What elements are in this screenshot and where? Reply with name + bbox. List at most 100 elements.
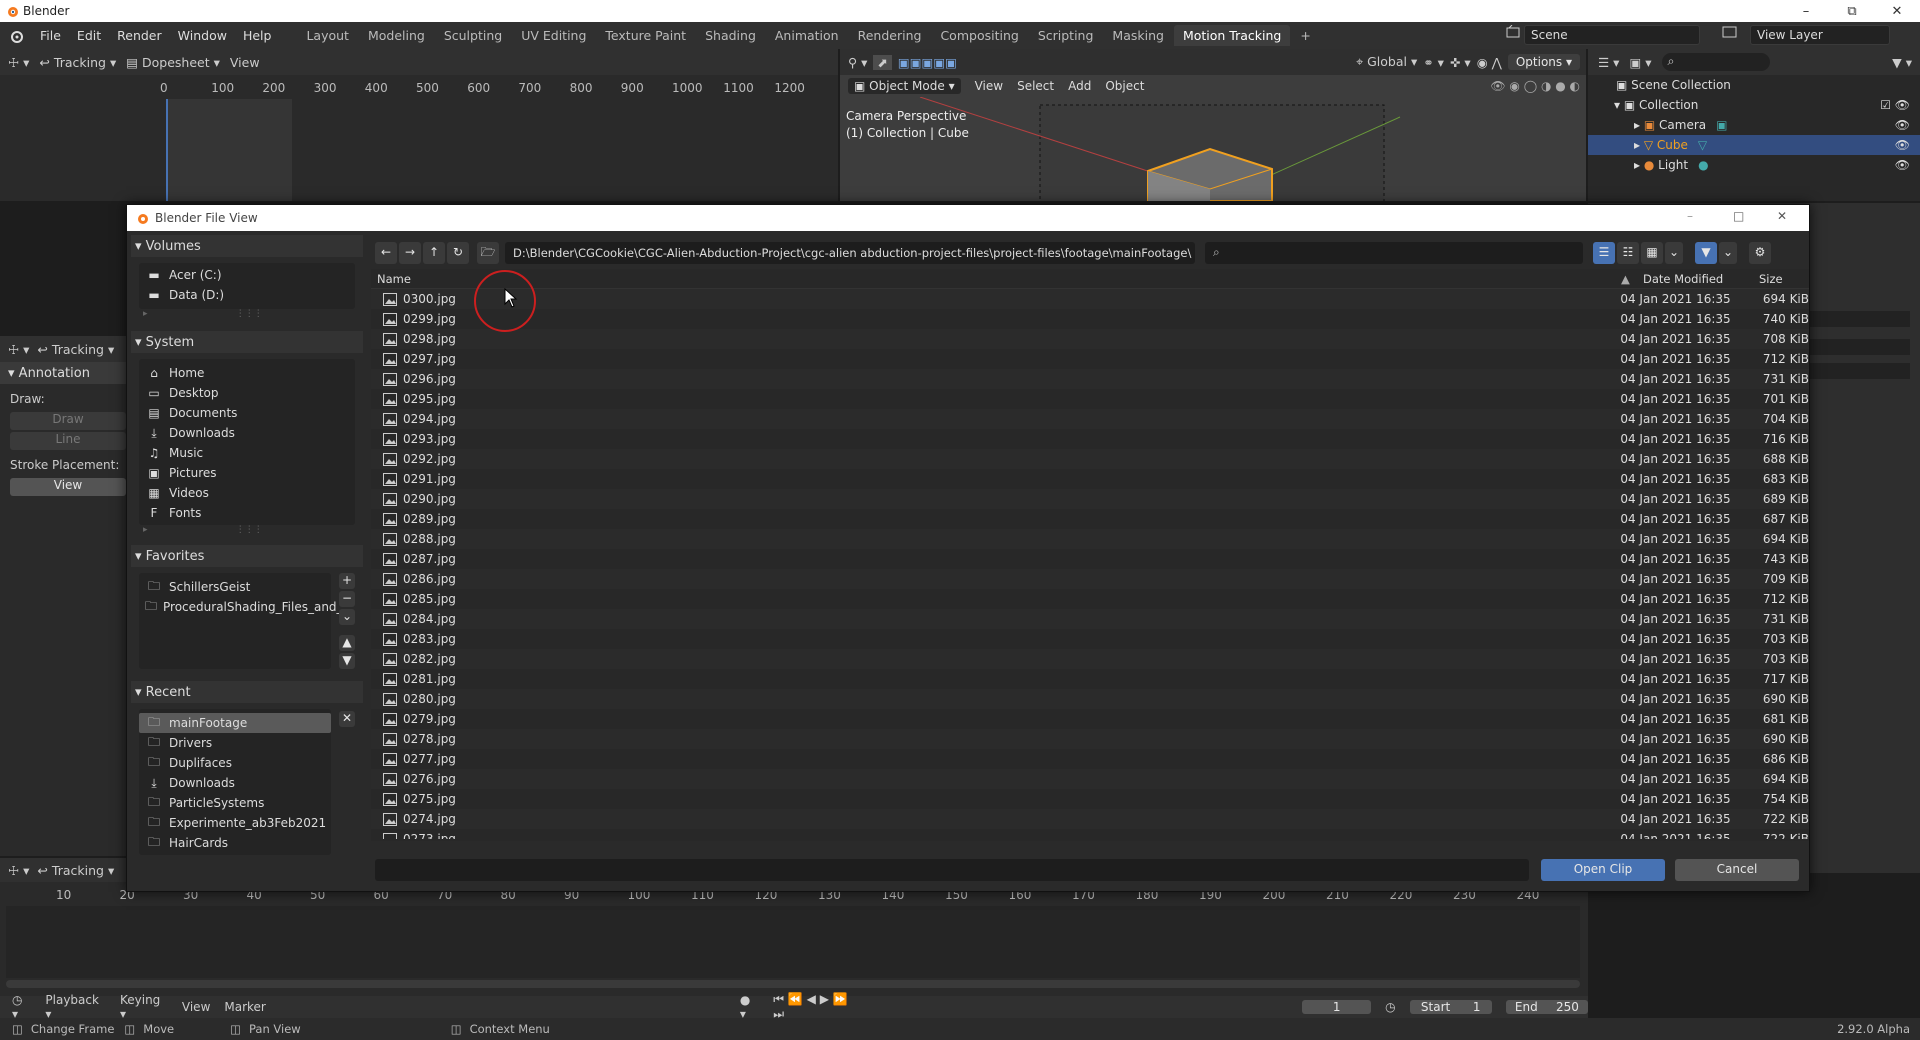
forward-arrow-icon[interactable]: → (399, 242, 421, 264)
sidebar-item[interactable]: ⤓ Downloads (139, 773, 331, 793)
resize-handle[interactable]: ▸ ⋮⋮⋮ (139, 309, 355, 319)
sidebar-item[interactable]: 🗀 ParticleSystems (139, 793, 331, 813)
editor-type-icon[interactable]: ☰ ▾ (1598, 55, 1619, 70)
file-row[interactable]: 0290.jpg 04 Jan 2021 16:35 689 KiB (371, 489, 1809, 509)
sidebar-item[interactable]: 🗀 ProceduralShading_Files_and_... (139, 597, 354, 617)
refresh-icon[interactable]: ↻ (447, 242, 469, 264)
properties-field[interactable] (1810, 339, 1910, 355)
file-row[interactable]: 0297.jpg 04 Jan 2021 16:35 712 KiB (371, 349, 1809, 369)
playback-menu[interactable]: Playback ▾ (45, 993, 106, 1021)
volumes-header[interactable]: ▾ Volumes (131, 235, 363, 257)
options-button[interactable]: Options ▾ (1507, 54, 1580, 70)
time-icon[interactable]: ◷ (1385, 1000, 1395, 1014)
select-tool-icon[interactable]: ⬈ (873, 54, 892, 70)
filter-icon[interactable]: ▼ ▾ (1892, 55, 1912, 70)
open-clip-button[interactable]: Open Clip (1541, 859, 1665, 881)
timeline-scrollbar[interactable] (6, 980, 1580, 988)
file-row[interactable]: 0291.jpg 04 Jan 2021 16:35 683 KiB (371, 469, 1809, 489)
outliner-item-camera[interactable]: ▸ ▣ Camera ▣ 👁 (1588, 115, 1920, 135)
tab-scripting[interactable]: Scripting (1029, 25, 1103, 46)
viewport-menu-select[interactable]: Select (1017, 79, 1054, 93)
sidebar-item[interactable]: ▬ Data (D:) (139, 285, 355, 305)
favorites-menu-button[interactable]: ⌄ (339, 609, 355, 625)
tab-uv-editing[interactable]: UV Editing (512, 25, 595, 46)
thumbnails-icon[interactable]: ▦ (1641, 242, 1663, 264)
tab-animation[interactable]: Animation (766, 25, 848, 46)
filter-icon[interactable]: ▼ (1695, 242, 1717, 264)
tab-modeling[interactable]: Modeling (359, 25, 434, 46)
scene-field[interactable]: Scene (1524, 25, 1700, 45)
filename-field[interactable] (375, 859, 1529, 881)
snap-icon[interactable]: ✜ ▾ (1450, 55, 1471, 70)
clear-recent-button[interactable]: ✕ (339, 711, 355, 727)
keying-menu[interactable]: Keying ▾ (120, 993, 168, 1021)
file-row[interactable]: 0284.jpg 04 Jan 2021 16:35 731 KiB (371, 609, 1809, 629)
collection-row[interactable]: ▾ ▣ Collection ☑ 👁 (1588, 95, 1920, 115)
dialog-minimize-button[interactable]: – (1687, 209, 1693, 223)
back-arrow-icon[interactable]: ← (375, 242, 397, 264)
file-row[interactable]: 0285.jpg 04 Jan 2021 16:35 712 KiB (371, 589, 1809, 609)
file-row[interactable]: 0280.jpg 04 Jan 2021 16:35 690 KiB (371, 689, 1809, 709)
annotation-panel-header[interactable]: ▾ Annotation (0, 362, 130, 384)
timeline-view-menu[interactable]: View (182, 1000, 210, 1014)
file-row[interactable]: 0283.jpg 04 Jan 2021 16:35 703 KiB (371, 629, 1809, 649)
file-row[interactable]: 0278.jpg 04 Jan 2021 16:35 690 KiB (371, 729, 1809, 749)
view-layer-field[interactable]: View Layer (1750, 25, 1890, 45)
sidebar-item[interactable]: 🗀 SchillersGeist (139, 577, 331, 597)
sidebar-item[interactable]: ▣ Pictures (139, 463, 355, 483)
close-button[interactable]: ✕ (1874, 0, 1920, 22)
move-up-button[interactable]: ▲ (339, 635, 355, 651)
file-row[interactable]: 0289.jpg 04 Jan 2021 16:35 687 KiB (371, 509, 1809, 529)
sidebar-item[interactable]: 🗀 HairCards (139, 833, 331, 853)
system-header[interactable]: ▾ System (131, 331, 363, 353)
cancel-button[interactable]: Cancel (1675, 859, 1799, 881)
object-mode-select[interactable]: ▣ Object Mode ▾ (848, 78, 961, 94)
sidebar-item[interactable]: 🗀 Duplifaces (139, 753, 331, 773)
view-layer-icon[interactable] (1722, 25, 1738, 39)
column-size[interactable]: Size (1759, 272, 1783, 286)
file-row[interactable]: 0282.jpg 04 Jan 2021 16:35 703 KiB (371, 649, 1809, 669)
shading-icons[interactable]: 👁 ◉ ◯ ◑ ● ◐ (1490, 79, 1580, 93)
tab-layout[interactable]: Layout (297, 25, 358, 46)
tab-compositing[interactable]: Compositing (931, 25, 1027, 46)
remove-favorite-button[interactable]: − (339, 591, 355, 607)
tab-shading[interactable]: Shading (696, 25, 765, 46)
select-mode-icons[interactable]: ▣▣▣▣▣ (898, 55, 957, 70)
file-row[interactable]: 0298.jpg 04 Jan 2021 16:35 708 KiB (371, 329, 1809, 349)
3d-viewport[interactable]: ⚲ ▾ ⬈ ▣▣▣▣▣ ⌖ Global ▾ ⚭ ▾ ✜ ▾ ◉ ⋀ Optio… (840, 49, 1586, 201)
pivot-icon[interactable]: ⚭ ▾ (1423, 55, 1444, 70)
horizontal-list-icon[interactable]: ☷ (1617, 242, 1639, 264)
outliner-item-cube[interactable]: ▸ ▽ Cube ▽ 👁 (1588, 135, 1920, 155)
favorites-header[interactable]: ▾ Favorites (131, 545, 363, 567)
file-row[interactable]: 0296.jpg 04 Jan 2021 16:35 731 KiB (371, 369, 1809, 389)
tab-masking[interactable]: Masking (1103, 25, 1173, 46)
menu-window[interactable]: Window (170, 28, 235, 43)
file-row[interactable]: 0287.jpg 04 Jan 2021 16:35 743 KiB (371, 549, 1809, 569)
file-row[interactable]: 0273.jpg 04 Jan 2021 16:35 722 KiB (371, 829, 1809, 839)
sidebar-item[interactable]: 🗀 Experimente_ab3Feb2021 (139, 813, 331, 833)
editor-type-icon[interactable]: ☩ ▾ (8, 863, 29, 878)
draw-button[interactable]: Draw (10, 412, 126, 430)
file-row[interactable]: 0300.jpg 04 Jan 2021 16:35 694 KiB (371, 289, 1809, 309)
properties-field[interactable] (1810, 363, 1910, 379)
transform-orientation-select[interactable]: ⌖ Global ▾ (1356, 54, 1417, 70)
menu-help[interactable]: Help (235, 28, 280, 43)
tracking-mode-select[interactable]: ↩ Tracking ▾ (37, 342, 114, 357)
file-row[interactable]: 0281.jpg 04 Jan 2021 16:35 717 KiB (371, 669, 1809, 689)
file-row[interactable]: 0295.jpg 04 Jan 2021 16:35 701 KiB (371, 389, 1809, 409)
add-favorite-button[interactable]: + (339, 573, 355, 589)
file-row[interactable]: 0286.jpg 04 Jan 2021 16:35 709 KiB (371, 569, 1809, 589)
outliner-search-icon[interactable]: ⌕ (1661, 53, 1770, 71)
tracking-mode-select[interactable]: ↩ Tracking ▾ (37, 863, 114, 878)
file-row[interactable]: 0294.jpg 04 Jan 2021 16:35 704 KiB (371, 409, 1809, 429)
gear-icon[interactable]: ⚙ (1749, 242, 1771, 264)
file-row[interactable]: 0299.jpg 04 Jan 2021 16:35 740 KiB (371, 309, 1809, 329)
sidebar-item[interactable]: 🗀 mainFootage (139, 713, 331, 733)
menu-file[interactable]: File (32, 28, 69, 43)
column-name[interactable]: Name (371, 272, 1621, 286)
editor-type-icon[interactable]: ⚲ ▾ (848, 55, 867, 70)
dopesheet-mode-select[interactable]: ▤ Dopesheet ▾ (126, 55, 220, 70)
scene-icon[interactable] (1506, 25, 1520, 39)
tab-motion-tracking[interactable]: Motion Tracking (1173, 25, 1291, 46)
file-row[interactable]: 0279.jpg 04 Jan 2021 16:35 681 KiB (371, 709, 1809, 729)
